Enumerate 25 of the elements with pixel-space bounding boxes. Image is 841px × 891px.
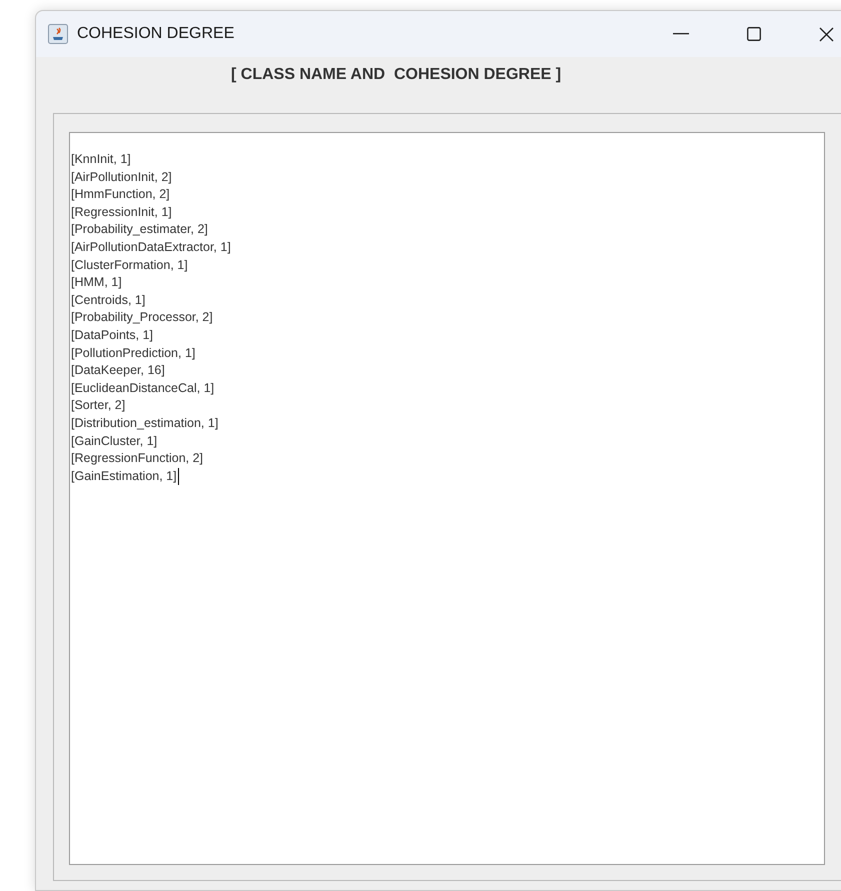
text-line: [RegressionInit, 1] xyxy=(71,204,172,221)
text-line: [HMM, 1] xyxy=(71,274,122,292)
maximize-icon[interactable] xyxy=(747,27,761,41)
text-line: [Probability_estimater, 2] xyxy=(71,221,208,238)
minimize-icon[interactable] xyxy=(673,33,689,35)
text-line: [AirPollutionInit, 2] xyxy=(71,168,172,186)
window-title: COHESION DEGREE xyxy=(77,24,234,44)
text-line: [Centroids, 1] xyxy=(71,292,146,309)
text-line: [KnnInit, 1] xyxy=(71,151,131,168)
heading: [ CLASS NAME AND COHESION DEGREE ] xyxy=(231,65,562,85)
text-line: [Distribution_estimation, 1] xyxy=(71,414,218,432)
text-line: [EuclideanDistanceCal, 1] xyxy=(71,380,214,397)
text-line: [RegressionFunction, 2] xyxy=(71,450,204,468)
text-line: [GainEstimation, 1] xyxy=(71,468,179,486)
text-line: [ClusterFormation, 1] xyxy=(71,256,188,274)
close-icon[interactable] xyxy=(819,26,834,42)
text-line: [GainCluster, 1] xyxy=(71,432,158,450)
text-line: [AirPollutionDataExtractor, 1] xyxy=(71,238,231,256)
text-line: [PollutionPrediction, 1] xyxy=(71,344,196,362)
app-icon xyxy=(48,24,68,44)
text-line: [DataPoints, 1] xyxy=(71,326,153,344)
text-line: [Probability_Processor, 2] xyxy=(71,309,213,326)
text-line: [DataKeeper, 16] xyxy=(71,362,165,380)
text-line: [Sorter, 2] xyxy=(71,397,126,414)
text-line: [HmmFunction, 2] xyxy=(71,186,170,204)
